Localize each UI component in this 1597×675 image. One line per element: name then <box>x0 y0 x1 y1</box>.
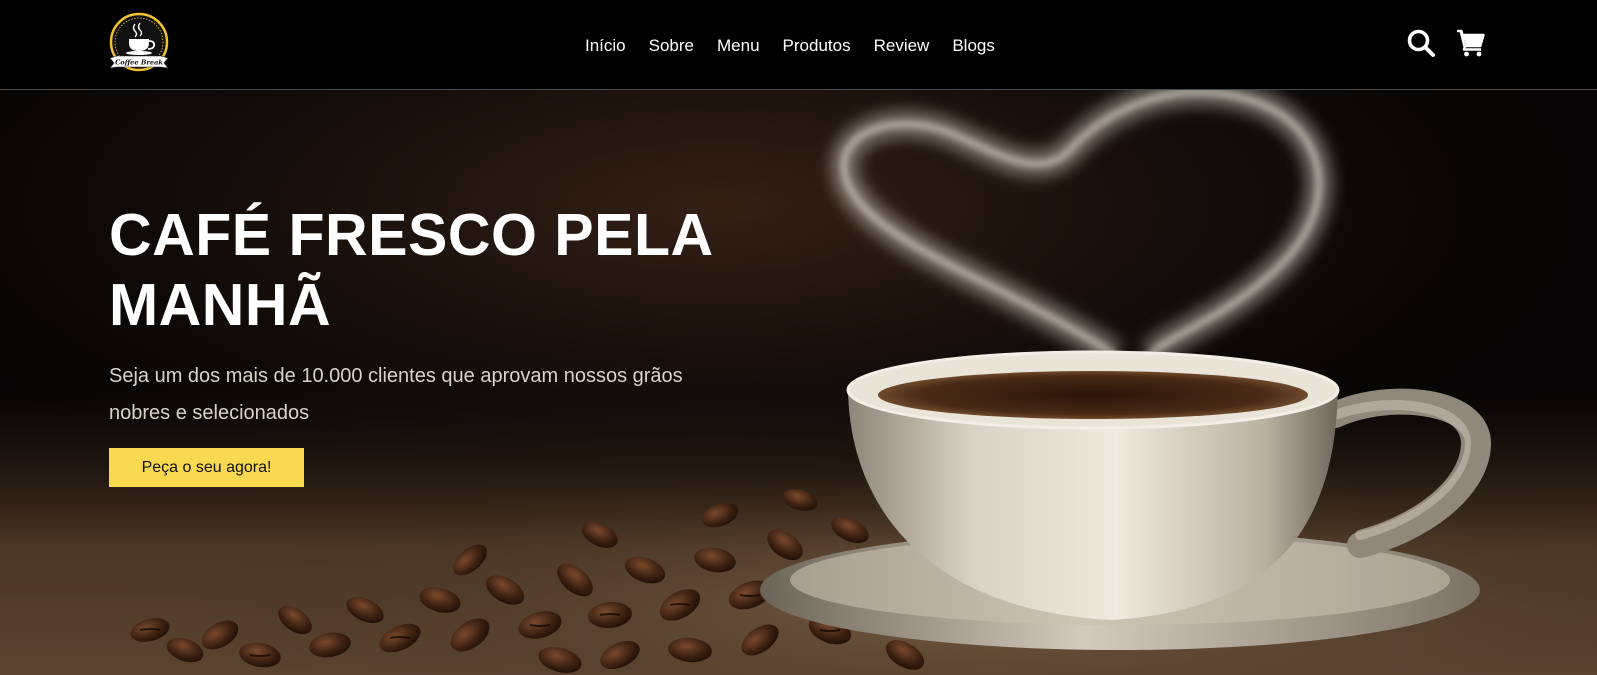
nav-link-menu[interactable]: Menu <box>717 37 760 54</box>
logo[interactable]: Coffee Break <box>109 12 169 74</box>
logo-text: Coffee Break <box>115 59 163 67</box>
coffee-cup-icon: Coffee Break <box>109 12 169 72</box>
main-nav: Início Sobre Menu Produtos Review Blogs <box>585 0 1018 90</box>
cart-icon[interactable] <box>1456 28 1486 58</box>
hero-title: CAFÉ FRESCO PELA MANHÃ <box>109 202 712 338</box>
hero-subtitle: Seja um dos mais de 10.000 clientes que … <box>109 365 683 424</box>
nav-link-inicio[interactable]: Início <box>585 37 626 54</box>
search-icon[interactable] <box>1406 28 1436 58</box>
nav-link-review[interactable]: Review <box>874 37 930 54</box>
nav-icons <box>1406 28 1486 58</box>
hero-section: CAFÉ FRESCO PELA MANHÃ Seja um dos mais … <box>0 90 1597 675</box>
order-now-button[interactable]: Peça o seu agora! <box>109 448 304 487</box>
hero-content: CAFÉ FRESCO PELA MANHÃ Seja um dos mais … <box>109 200 729 487</box>
nav-link-sobre[interactable]: Sobre <box>649 37 694 54</box>
navbar: Coffee Break Início Sobre Menu Produtos … <box>0 0 1597 90</box>
nav-link-blogs[interactable]: Blogs <box>952 37 995 54</box>
nav-link-produtos[interactable]: Produtos <box>783 37 851 54</box>
